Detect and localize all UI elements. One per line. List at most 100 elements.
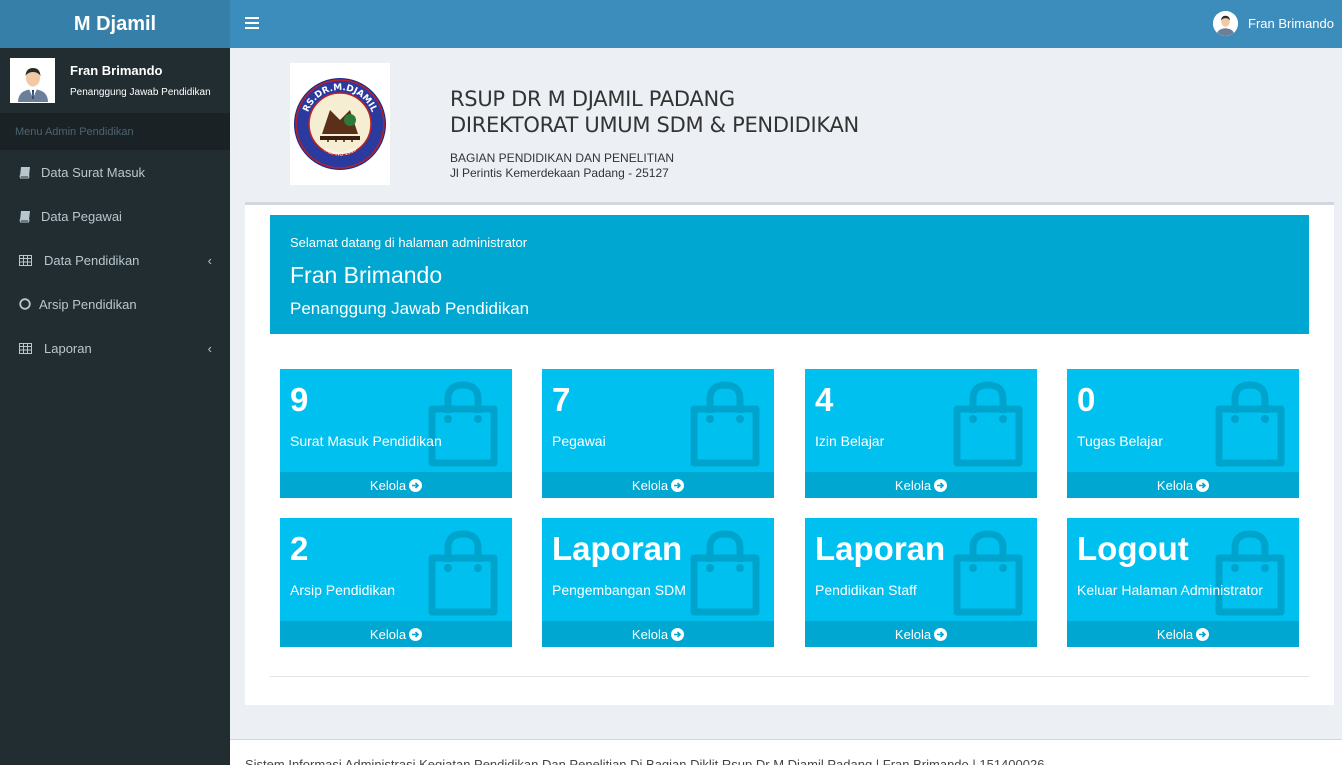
sidebar-item-label: Arsip Pendidikan <box>39 296 137 312</box>
organization-header: RSUP DR M DJAMIL PADANG DIREKTORAT UMUM … <box>450 86 859 181</box>
tile-label: Pegawai <box>552 433 606 449</box>
tile-value: 4 <box>815 381 834 418</box>
org-directorate: DIREKTORAT UMUM SDM & PENDIDIKAN <box>450 113 859 137</box>
welcome-callout: Selamat datang di halaman administrator … <box>270 215 1309 334</box>
kelola-link[interactable]: Kelola <box>280 472 512 498</box>
kelola-link[interactable]: Kelola <box>1067 472 1299 498</box>
top-navbar: Fran Brimando <box>230 0 1342 48</box>
sidebar-item-data-pegawai[interactable]: Data Pegawai <box>0 194 230 238</box>
hospital-logo: RS.DR.M.DJAMIL PADANG 1953 <box>290 63 390 185</box>
sidebar-toggle-icon[interactable] <box>245 14 259 34</box>
tile-value: Logout <box>1077 530 1189 567</box>
kelola-link-label: Kelola <box>894 477 932 493</box>
book-icon <box>18 165 32 179</box>
sidebar-item-data-surat-masuk[interactable]: Data Surat Masuk <box>0 150 230 194</box>
tile-value: 9 <box>290 381 309 418</box>
shopping-bag-icon <box>1213 379 1287 469</box>
kelola-link[interactable]: Kelola <box>542 621 774 647</box>
table-icon <box>18 253 32 267</box>
tile-label: Pendidikan Staff <box>815 582 917 598</box>
arrow-circle-right-icon <box>409 478 423 492</box>
tile-label: Pengembangan SDM <box>552 582 686 598</box>
org-address: Jl Perintis Kemerdekaan Padang - 25127 <box>450 166 669 180</box>
navbar-user-menu[interactable]: Fran Brimando <box>1213 11 1334 36</box>
sidebar-item-label: Data Pendidikan <box>44 252 140 268</box>
kelola-link-label: Kelola <box>631 626 669 642</box>
tile-label: Izin Belajar <box>815 433 885 449</box>
sidebar-item-label: Laporan <box>44 340 92 356</box>
stat-tile: 7 Pegawai Kelola <box>542 369 774 498</box>
sidebar-item-laporan[interactable]: Laporan ‹ <box>0 326 230 370</box>
kelola-link-label: Kelola <box>631 477 669 493</box>
tile-value: 0 <box>1077 381 1096 418</box>
org-name: RSUP DR M DJAMIL PADANG <box>450 87 735 111</box>
stat-tile: 0 Tugas Belajar Kelola <box>1067 369 1299 498</box>
arrow-circle-right-icon <box>1196 478 1210 492</box>
user-avatar-icon <box>11 59 54 102</box>
shopping-bag-icon <box>1213 528 1287 618</box>
chevron-left-icon: ‹ <box>207 253 212 268</box>
sidebar-item-label: Data Surat Masuk <box>41 164 146 180</box>
kelola-link-label: Kelola <box>369 626 407 642</box>
kelola-link[interactable]: Kelola <box>805 472 1037 498</box>
shopping-bag-icon <box>688 528 762 618</box>
arrow-circle-right-icon <box>671 627 685 641</box>
stat-tile: 2 Arsip Pendidikan Kelola <box>280 518 512 647</box>
chevron-left-icon: ‹ <box>207 341 212 356</box>
stat-tile: 9 Surat Masuk Pendidikan Kelola <box>280 369 512 498</box>
navbar-avatar <box>1213 11 1239 36</box>
tile-label: Tugas Belajar <box>1077 433 1163 449</box>
stat-tile: Laporan Pengembangan SDM Kelola <box>542 518 774 647</box>
sidebar-item-label: Data Pegawai <box>41 208 122 224</box>
shopping-bag-icon <box>951 528 1025 618</box>
tile-value: 2 <box>290 530 309 567</box>
kelola-link-label: Kelola <box>369 477 407 493</box>
kelola-link-label: Kelola <box>894 626 932 642</box>
navbar-user-name: Fran Brimando <box>1248 16 1334 31</box>
arrow-circle-right-icon <box>409 627 423 641</box>
circle-icon <box>18 297 32 311</box>
shopping-bag-icon <box>951 379 1025 469</box>
shopping-bag-icon <box>688 379 762 469</box>
user-name: Fran Brimando <box>70 63 163 78</box>
table-icon <box>18 341 32 355</box>
shopping-bag-icon <box>426 528 500 618</box>
user-panel: Fran Brimando Penanggung Jawab Pendidika… <box>0 48 230 113</box>
welcome-greeting: Selamat datang di halaman administrator <box>290 235 528 250</box>
shopping-bag-icon <box>426 379 500 469</box>
tile-value: Laporan <box>552 530 683 567</box>
sidebar-item-data-pendidikan[interactable]: Data Pendidikan ‹ <box>0 238 230 282</box>
brand-logo[interactable]: M Djamil <box>0 0 230 48</box>
org-department: BAGIAN PENDIDIKAN DAN PENELITIAN <box>450 151 675 165</box>
avatar <box>10 58 55 103</box>
dashboard-box: Selamat datang di halaman administrator … <box>245 202 1334 705</box>
kelola-link[interactable]: Kelola <box>1067 621 1299 647</box>
sidebar: M Djamil Fran Brimando Penanggung Jawab … <box>0 0 230 765</box>
menu-header: Menu Admin Pendidikan <box>0 113 230 150</box>
stat-tile: Laporan Pendidikan Staff Kelola <box>805 518 1037 647</box>
kelola-link[interactable]: Kelola <box>805 621 1037 647</box>
tile-label: Keluar Halaman Administrator <box>1077 582 1263 598</box>
tile-value: 7 <box>552 381 571 418</box>
welcome-name: Fran Brimando <box>290 262 443 288</box>
book-icon <box>18 209 32 223</box>
tile-label: Surat Masuk Pendidikan <box>290 433 442 449</box>
welcome-role: Penanggung Jawab Pendidikan <box>290 299 530 318</box>
arrow-circle-right-icon <box>1196 627 1210 641</box>
tile-label: Arsip Pendidikan <box>290 582 396 598</box>
kelola-link-label: Kelola <box>1156 477 1194 493</box>
arrow-circle-right-icon <box>934 478 948 492</box>
tile-value: Laporan <box>815 530 946 567</box>
user-avatar-icon <box>1213 11 1239 36</box>
kelola-link-label: Kelola <box>1156 626 1194 642</box>
divider <box>270 676 1309 677</box>
page-footer: Sistem Informasi Administrasi Kegiatan P… <box>230 739 1342 765</box>
kelola-link[interactable]: Kelola <box>542 472 774 498</box>
stat-tile: Logout Keluar Halaman Administrator Kelola <box>1067 518 1299 647</box>
stat-tile: 4 Izin Belajar Kelola <box>805 369 1037 498</box>
user-role: Penanggung Jawab Pendidikan <box>70 87 211 98</box>
arrow-circle-right-icon <box>671 478 685 492</box>
kelola-link[interactable]: Kelola <box>280 621 512 647</box>
sidebar-item-arsip-pendidikan[interactable]: Arsip Pendidikan <box>0 282 230 326</box>
arrow-circle-right-icon <box>934 627 948 641</box>
